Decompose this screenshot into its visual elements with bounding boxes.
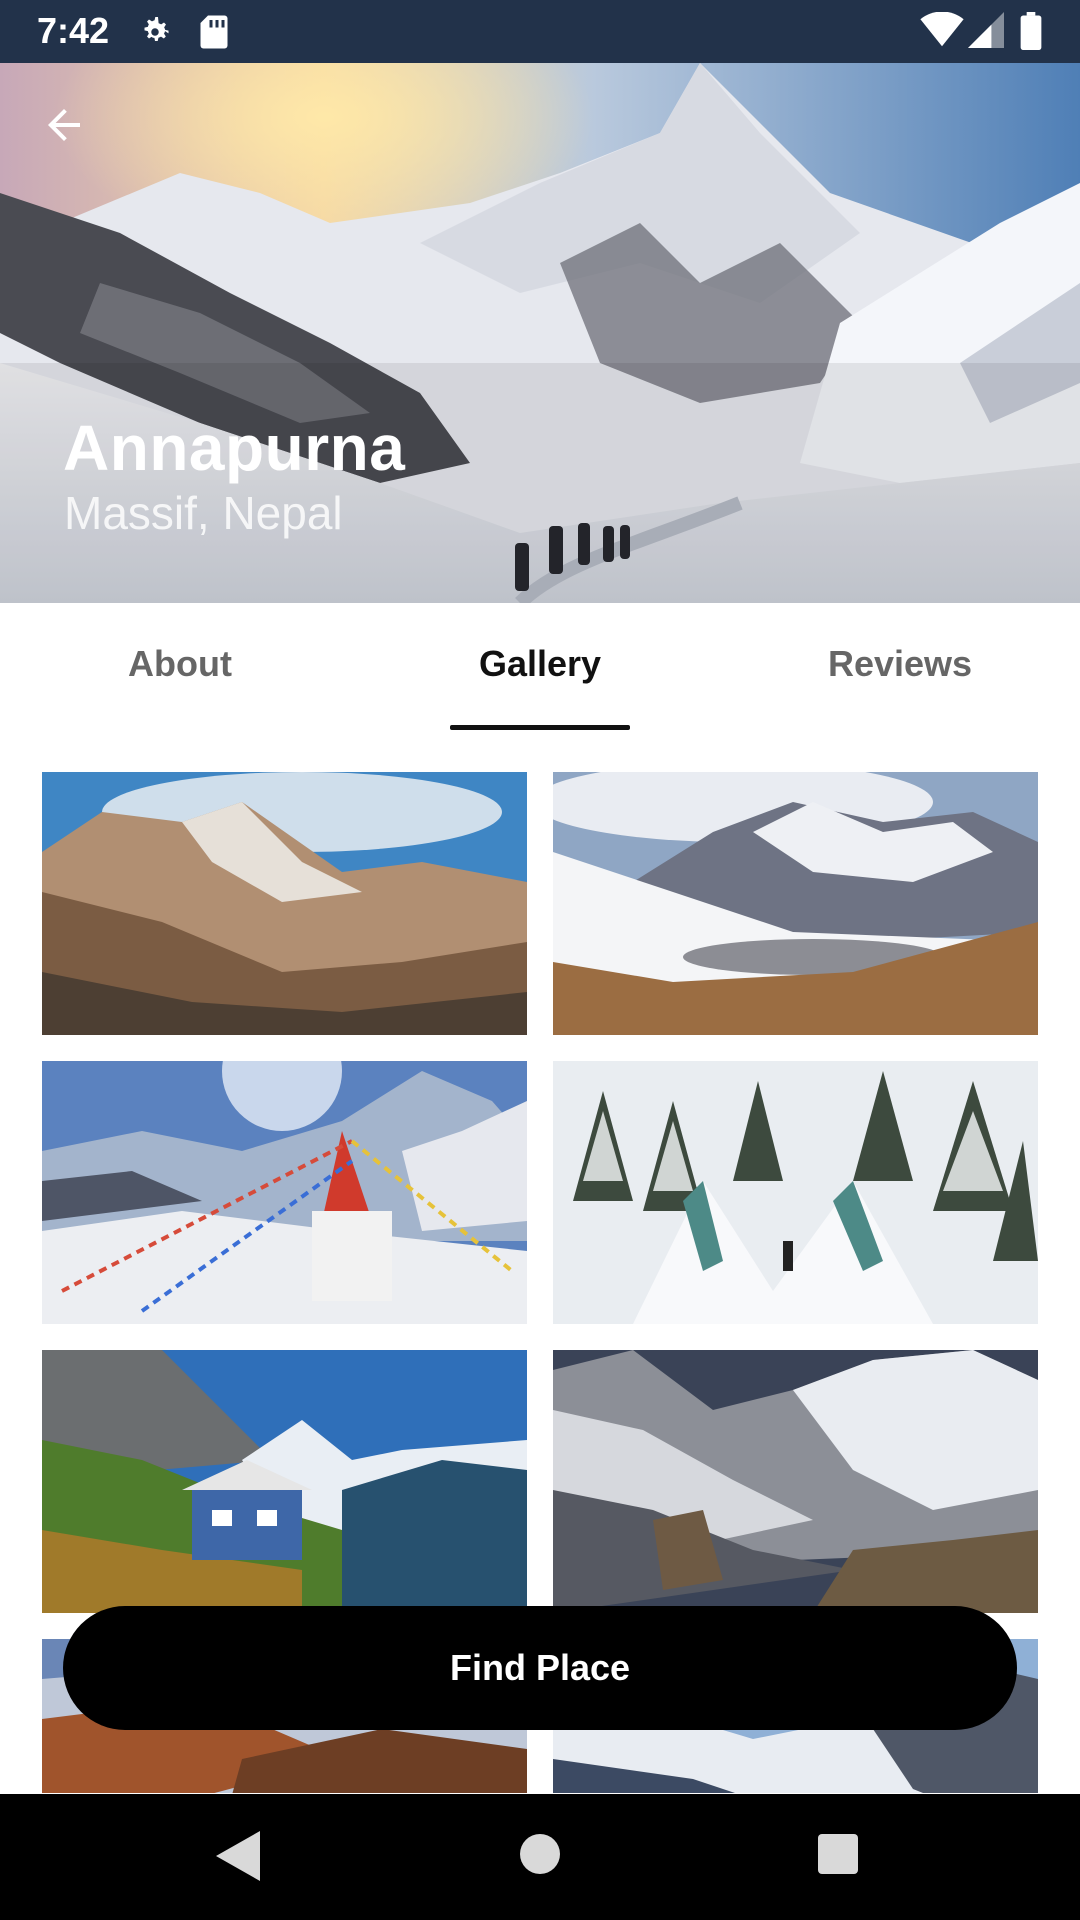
sd-card-icon [199,14,229,55]
gallery-photo-mountain-valley[interactable] [42,772,527,1035]
system-nav-bar [0,1794,1080,1920]
gallery-photo-mountain-village-house[interactable] [42,1350,527,1613]
battery-icon [1020,12,1042,55]
status-time: 7:42 [37,10,110,51]
recents-square-icon[interactable] [818,1834,858,1879]
status-bar: 7:42 [0,0,1080,63]
gallery-photo-rocky-glacier[interactable] [553,1350,1038,1613]
gallery-photo-prayer-flag-stupa[interactable] [42,1061,527,1324]
back-button[interactable] [34,95,94,155]
home-circle-icon[interactable] [520,1834,560,1879]
settings-gear-icon [137,14,173,55]
gallery-photo-snowy-forest-bridge[interactable] [553,1061,1038,1324]
tab-bar: About Gallery Reviews [0,603,1080,733]
active-tab-indicator [450,725,630,730]
tab-about[interactable]: About [30,643,330,685]
wifi-icon [920,11,964,53]
back-triangle-icon[interactable] [216,1831,260,1886]
tab-reviews[interactable]: Reviews [750,643,1050,685]
hero-banner: Annapurna Massif, Nepal [0,63,1080,603]
place-title: Annapurna [63,412,406,484]
gallery-photo-alpine-lake[interactable] [553,772,1038,1035]
place-subtitle: Massif, Nepal [64,487,343,539]
cell-signal-icon [968,12,1004,53]
tab-gallery[interactable]: Gallery [390,643,690,685]
find-place-button[interactable]: Find Place [63,1606,1017,1730]
arrow-left-icon [48,109,80,141]
